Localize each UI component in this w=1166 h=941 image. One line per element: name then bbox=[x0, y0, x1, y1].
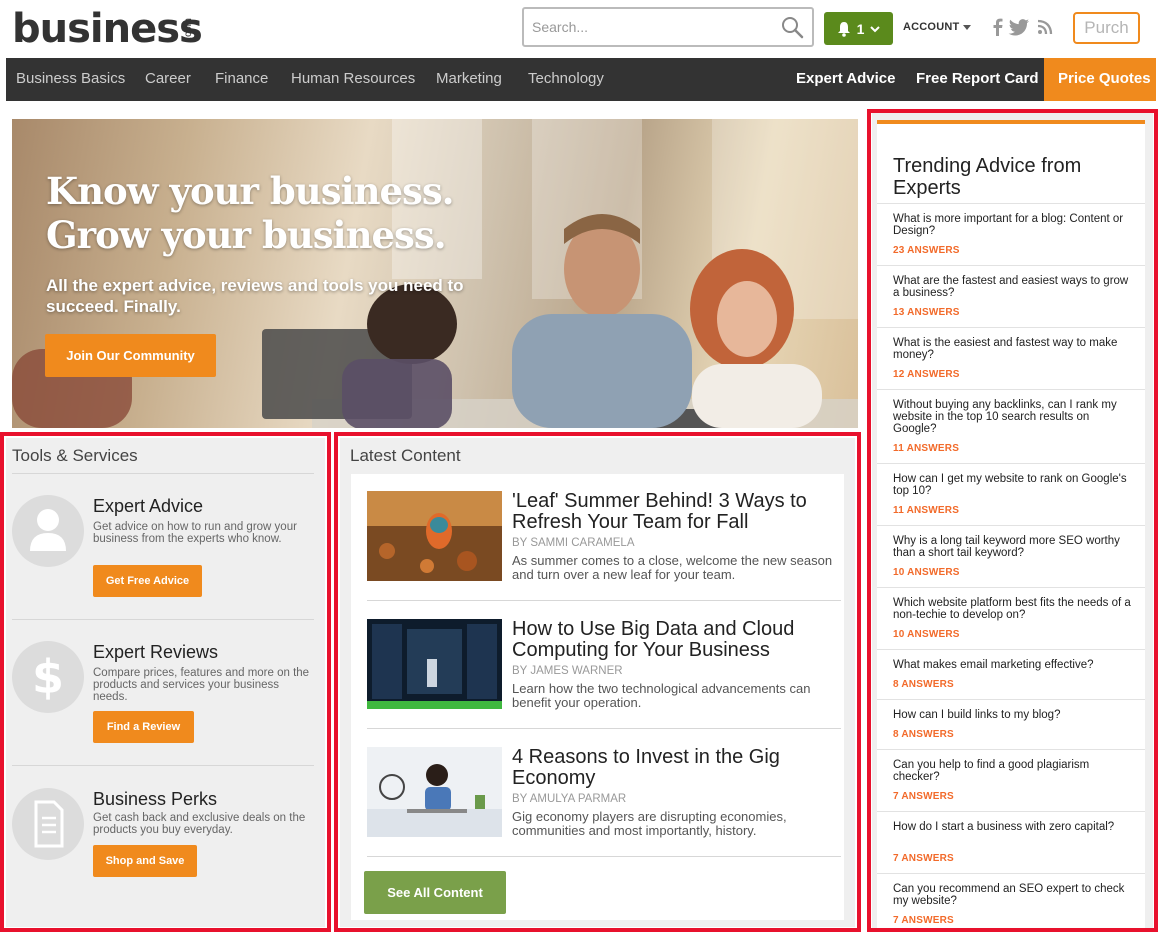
hero-banner: Know your business. Grow your business. … bbox=[12, 119, 858, 428]
nav-human-resources[interactable]: Human Resources bbox=[291, 58, 415, 101]
nav-expert-advice[interactable]: Expert Advice bbox=[796, 58, 896, 101]
hero-title: Know your business. Grow your business. bbox=[46, 169, 455, 257]
hero-subtitle: All the expert advice, reviews and tools… bbox=[46, 276, 464, 316]
join-community-button[interactable]: Join Our Community bbox=[45, 334, 216, 377]
nav-business-basics[interactable]: Business Basics bbox=[16, 58, 125, 101]
search-icon[interactable] bbox=[780, 15, 804, 39]
logo-suffix: .com bbox=[183, 18, 194, 40]
main-nav: Business Basics Career Finance Human Res… bbox=[6, 58, 1156, 101]
search-box bbox=[522, 7, 814, 47]
nav-technology[interactable]: Technology bbox=[528, 58, 604, 101]
account-menu[interactable]: ACCOUNT bbox=[903, 21, 972, 33]
highlight-frame-trending bbox=[867, 109, 1158, 932]
site-header: business .com 1 ACCOUNT Purch bbox=[0, 0, 1166, 58]
rss-icon[interactable] bbox=[1036, 17, 1054, 37]
caret-down-icon bbox=[963, 24, 972, 30]
account-label: ACCOUNT bbox=[903, 21, 960, 33]
purchase-button[interactable]: Purch bbox=[1073, 12, 1140, 44]
nav-free-report-card[interactable]: Free Report Card bbox=[916, 58, 1039, 101]
highlight-frame-latest bbox=[334, 432, 861, 932]
nav-finance[interactable]: Finance bbox=[215, 58, 268, 101]
hero-title-line-1: Know your business. bbox=[46, 169, 455, 213]
twitter-icon[interactable] bbox=[1008, 17, 1030, 37]
notifications-button[interactable]: 1 bbox=[824, 12, 893, 45]
site-logo[interactable]: business bbox=[12, 6, 203, 52]
bell-icon bbox=[837, 21, 850, 37]
nav-price-quotes[interactable]: Price Quotes bbox=[1044, 58, 1156, 101]
hero-photo bbox=[12, 214, 858, 428]
chevron-down-icon bbox=[870, 25, 881, 32]
nav-marketing[interactable]: Marketing bbox=[436, 58, 502, 101]
search-input[interactable] bbox=[524, 9, 764, 45]
nav-career[interactable]: Career bbox=[145, 58, 191, 101]
facebook-icon[interactable] bbox=[989, 17, 1007, 37]
highlight-frame-tools bbox=[0, 432, 331, 932]
notification-count: 1 bbox=[856, 20, 865, 37]
hero-title-line-2: Grow your business. bbox=[46, 213, 447, 257]
